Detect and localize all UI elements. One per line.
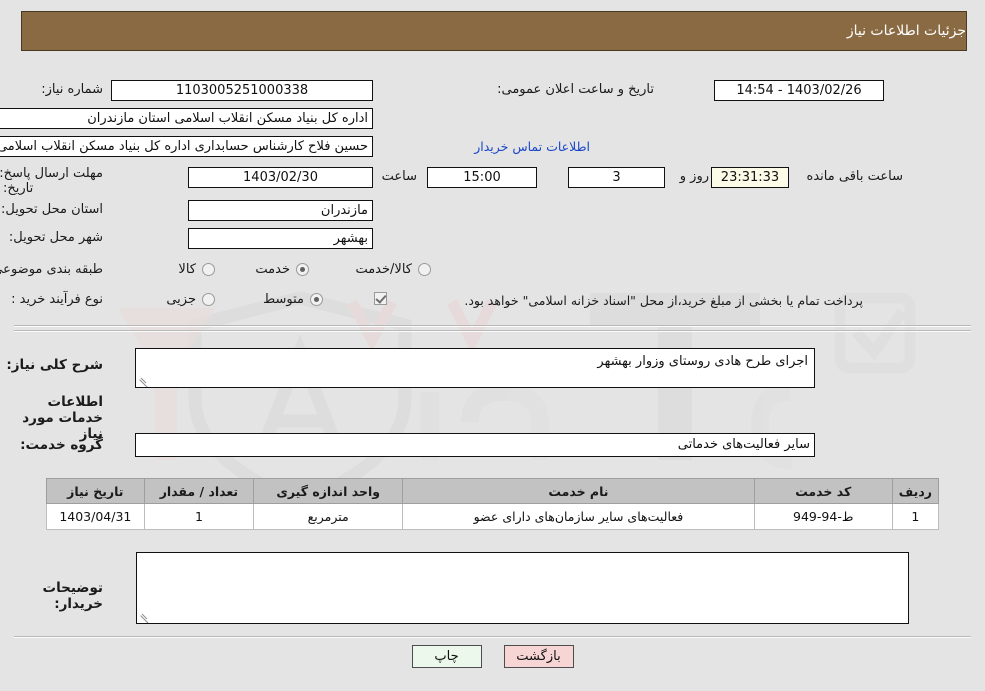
- treasury-note: پرداخت تمام یا بخشی از مبلغ خرید،از محل …: [464, 293, 863, 308]
- radio-jozii-icon[interactable]: [202, 293, 215, 306]
- category-label-wrap: طبقه بندی موضوعی:: [0, 262, 103, 278]
- buyer-notes-textarea[interactable]: [136, 552, 909, 624]
- col-header-3: واحد اندازه گیری: [253, 478, 404, 504]
- hour-label-wrap: ساعت: [382, 169, 417, 185]
- deadline-label-line2: تاریخ:: [3, 181, 34, 196]
- announce-label-wrap: تاریخ و ساعت اعلان عمومی:: [497, 82, 654, 98]
- process-label-wrap: نوع فرآیند خرید :: [11, 292, 103, 308]
- col-header-0: ردیف: [891, 478, 940, 504]
- window-title-bar: جزئیات اطلاعات نیاز: [21, 11, 967, 51]
- province-label: استان محل تحویل:: [1, 202, 103, 217]
- need-number-label: شماره نیاز:: [41, 82, 103, 97]
- countdown-label-wrap: ساعت باقی مانده: [807, 169, 903, 185]
- services-table: ردیف کد خدمت نام خدمت واحد اندازه گیری ت…: [46, 478, 940, 530]
- radio-kala-khedmat-icon[interactable]: [418, 263, 431, 276]
- general-desc-value: اجرای طرح هادی روستای وزوار بهشهر: [597, 354, 808, 369]
- deadline-time-field[interactable]: 15:00: [427, 167, 537, 188]
- deadline-label-wrap: مهلت ارسال پاسخ: تا تاریخ:: [0, 166, 103, 196]
- radio-kala-icon[interactable]: [202, 263, 215, 276]
- cell-service-name: فعالیت‌های سایر سازمان‌های دارای عضو: [402, 503, 755, 530]
- watermark-text: AnaTender.net: [293, 428, 301, 431]
- province-label-wrap: استان محل تحویل:: [1, 202, 103, 218]
- general-desc-label: شرح کلی نیاز:: [6, 357, 103, 373]
- need-number-label-wrap: شماره نیاز:: [41, 82, 103, 98]
- buyer-notes-value: [137, 553, 908, 557]
- cell-quantity: 1: [143, 503, 255, 530]
- cell-service-code: ط-94-949: [753, 503, 893, 530]
- page-title: جزئیات اطلاعات نیاز: [846, 23, 966, 39]
- countdown-label: ساعت باقی مانده: [806, 169, 903, 184]
- cell-need-date: 1403/04/31: [46, 503, 145, 530]
- buyer-notes-label: توضیحات خریدار:: [42, 580, 103, 612]
- category-option-label-0: کالا: [178, 262, 196, 277]
- province-field[interactable]: مازندران: [188, 200, 373, 221]
- radio-motavasset-icon[interactable]: [310, 293, 323, 306]
- section-divider-1: [14, 325, 971, 327]
- col-header-4: تعداد / مقدار: [143, 478, 255, 504]
- remaining-days-label: روز و: [679, 169, 709, 184]
- page-root: AnaTender.net جزئیات اطلاعات نیاز شماره …: [0, 0, 985, 691]
- buyer-org-field[interactable]: اداره کل بنیاد مسکن انقلاب اسلامی استان …: [0, 108, 373, 129]
- process-label: نوع فرآیند خرید :: [11, 292, 103, 307]
- countdown-field: 23:31:33: [711, 167, 789, 188]
- contact-link-wrap: اطلاعات تماس خریدار: [474, 139, 590, 154]
- services-heading: اطلاعات خدمات مورد نیاز: [22, 394, 103, 442]
- deadline-hour-label: ساعت: [381, 169, 417, 184]
- process-option-label-1: متوسط: [263, 292, 304, 307]
- col-header-1: کد خدمت: [753, 478, 893, 504]
- col-header-2: نام خدمت: [402, 478, 755, 504]
- remaining-days-field[interactable]: 3: [568, 167, 665, 188]
- section-divider-2: [14, 636, 971, 638]
- category-option-kala-khedmat[interactable]: کالا/خدمت: [355, 262, 431, 277]
- service-group-label: گروه خدمت:: [20, 437, 103, 453]
- resize-grip-icon[interactable]: [138, 374, 150, 387]
- category-option-label-2: کالا/خدمت: [355, 262, 412, 277]
- print-button[interactable]: چاپ: [411, 645, 482, 668]
- table-row: 1 ط-94-949 فعالیت‌های سایر سازمان‌های دا…: [46, 503, 940, 530]
- resize-grip-icon-2[interactable]: [139, 610, 151, 623]
- back-button[interactable]: بازگشت: [503, 645, 574, 668]
- category-option-label-1: خدمت: [255, 262, 290, 277]
- city-label-wrap: شهر محل تحویل:: [9, 230, 103, 246]
- public-announce-label: تاریخ و ساعت اعلان عمومی:: [497, 82, 654, 97]
- process-option-jozii[interactable]: جزیی: [166, 292, 215, 307]
- process-option-label-0: جزیی: [166, 292, 196, 307]
- treasury-checkbox-icon[interactable]: [374, 292, 387, 305]
- treasury-checkbox-wrap[interactable]: [374, 292, 387, 305]
- deadline-date-field[interactable]: 1403/02/30: [188, 167, 373, 188]
- general-desc-textarea[interactable]: اجرای طرح هادی روستای وزوار بهشهر: [135, 348, 815, 388]
- city-field[interactable]: بهشهر: [188, 228, 373, 249]
- treasury-note-wrap: پرداخت تمام یا بخشی از مبلغ خرید،از محل …: [464, 293, 863, 308]
- service-group-field[interactable]: سایر فعالیت‌های خدماتی: [135, 433, 815, 457]
- col-header-5: تاریخ نیاز: [46, 478, 145, 504]
- process-option-motavasset[interactable]: متوسط: [263, 292, 323, 307]
- days-label-wrap: روز و: [680, 169, 709, 185]
- section-divider-1b: [14, 330, 971, 332]
- category-label: طبقه بندی موضوعی:: [0, 262, 103, 277]
- public-announce-field[interactable]: 14:54 - 1403/02/26: [714, 80, 884, 101]
- buyer-contact-link[interactable]: اطلاعات تماس خریدار: [474, 139, 590, 154]
- footer-button-bar: بازگشت چاپ: [0, 645, 985, 668]
- cell-row-no: 1: [891, 503, 940, 530]
- table-header-row: ردیف کد خدمت نام خدمت واحد اندازه گیری ت…: [46, 478, 940, 504]
- category-option-khedmat[interactable]: خدمت: [255, 262, 309, 277]
- need-number-field[interactable]: 1103005251000338: [111, 80, 373, 101]
- category-option-kala[interactable]: کالا: [178, 262, 215, 277]
- radio-khedmat-icon[interactable]: [296, 263, 309, 276]
- cell-unit: مترمربع: [253, 503, 404, 530]
- creator-field[interactable]: حسین فلاح کارشناس حسابداری اداره کل بنیا…: [0, 136, 373, 157]
- deadline-label-line1: مهلت ارسال پاسخ: تا: [0, 166, 103, 181]
- city-label: شهر محل تحویل:: [8, 230, 103, 245]
